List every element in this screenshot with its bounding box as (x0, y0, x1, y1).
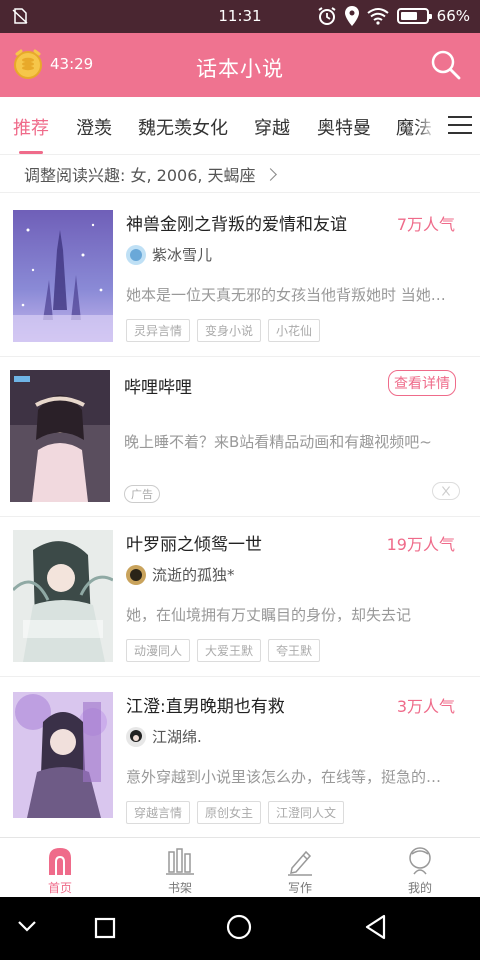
ad-item[interactable]: 哔哩哔哩 查看详情 晚上睡不着？来B站看精品动画和有趣视频吧~ 广告 (0, 370, 480, 520)
nav-profile[interactable]: 我的 (360, 838, 480, 898)
divider (0, 356, 480, 357)
divider (0, 192, 480, 193)
back-button[interactable] (364, 914, 388, 940)
tag[interactable]: 大爱王默 (197, 639, 262, 662)
profile-icon (409, 847, 431, 875)
tag[interactable]: 小花仙 (268, 319, 321, 342)
popularity-count: 3万人气 (396, 697, 455, 716)
location-icon (344, 6, 359, 26)
author-avatar (126, 726, 146, 747)
nav-profile-label: 我的 (407, 881, 432, 895)
battery-icon (396, 8, 432, 24)
status-icons: 66% (317, 6, 470, 26)
nav-home-label: 首页 (47, 881, 72, 895)
author-name: 江湖绵. (152, 728, 202, 746)
menu-icon[interactable] (448, 116, 472, 136)
chevron-down-icon[interactable] (17, 919, 37, 933)
tag[interactable]: 原创女主 (197, 801, 262, 824)
book-title: 叶罗丽之倾鸳一世 (126, 535, 262, 555)
app-root: 11:31 66% 43:29 话本小说 推荐 澄羡 魏无羡女化 穿越 奥特曼 … (0, 0, 480, 960)
battery-percent: 66% (436, 7, 470, 25)
app-title: 话本小说 (196, 57, 284, 81)
tag-list: 动漫同人 大爱王默 夸王默 (126, 639, 321, 662)
author-avatar (126, 244, 146, 265)
wifi-icon (367, 8, 389, 25)
interest-label: 调整阅读兴趣: 女, 2006, 天蝎座 (24, 166, 256, 185)
book-description: 她，在仙境拥有万丈瞩目的身份，却失去记 (126, 606, 412, 624)
tag[interactable]: 夸王默 (268, 639, 321, 662)
tag[interactable]: 江澄同人文 (268, 801, 345, 824)
author[interactable]: 江湖绵. (126, 726, 202, 747)
author-name: 流逝的孤独* (152, 566, 235, 584)
book-cover (13, 530, 113, 662)
bookshelf-icon (166, 848, 194, 875)
nav-bookshelf[interactable]: 书架 (120, 838, 240, 898)
bottom-navigation: 首页 书架 写作 我的 (0, 837, 480, 897)
book-title: 神兽金刚之背叛的爱情和友谊 (126, 215, 347, 235)
popularity-count: 19万人气 (386, 535, 455, 554)
nav-home[interactable]: 首页 (0, 838, 120, 898)
book-item[interactable]: 江澄:直男晚期也有救 3万人气 江湖绵. 意外穿越到小说里该怎么办，在线等，挺急… (0, 692, 480, 842)
recents-button[interactable] (94, 917, 116, 939)
nav-write-label: 写作 (287, 881, 312, 895)
home-button[interactable] (226, 914, 252, 940)
tag[interactable]: 变身小说 (197, 319, 262, 342)
tab-recommend[interactable]: 推荐 (13, 114, 49, 140)
book-description: 意外穿越到小说里该怎么办，在线等，挺急的… (126, 768, 442, 786)
ad-title: 哔哩哔哩 (124, 378, 192, 398)
pencil-icon (288, 850, 312, 876)
nav-bookshelf-label: 书架 (167, 881, 192, 895)
home-icon (49, 848, 71, 875)
tab-weiwuxian[interactable]: 魏无羡女化 (138, 114, 228, 140)
author-name: 紫冰雪儿 (152, 246, 213, 264)
ad-badge: 广告 (124, 485, 160, 503)
close-icon[interactable] (432, 482, 460, 500)
tab-chuanyue[interactable]: 穿越 (254, 114, 290, 140)
book-cover (13, 692, 113, 824)
tag[interactable]: 动漫同人 (126, 639, 191, 662)
book-item[interactable]: 叶罗丽之倾鸳一世 19万人气 流逝的孤独* 她，在仙境拥有万丈瞩目的身份，却失去… (0, 530, 480, 680)
tab-chengxian[interactable]: 澄羡 (76, 114, 112, 140)
system-navigation-bar (0, 897, 480, 960)
active-tab-indicator (19, 151, 43, 154)
search-icon[interactable] (430, 49, 462, 81)
book-title: 江澄:直男晚期也有救 (126, 697, 285, 717)
book-description: 她本是一位天真无邪的女孩当他背叛她时 当她… (126, 286, 446, 304)
view-details-button[interactable]: 查看详情 (388, 370, 456, 396)
nav-write[interactable]: 写作 (240, 838, 360, 898)
alarm-icon (318, 7, 336, 25)
tag-list: 灵异言情 变身小说 小花仙 (126, 319, 321, 342)
book-item[interactable]: 神兽金刚之背叛的爱情和友谊 7万人气 紫冰雪儿 她本是一位天真无邪的女孩当他背叛… (0, 210, 480, 360)
status-bar: 11:31 66% (0, 0, 480, 33)
author[interactable]: 紫冰雪儿 (126, 244, 212, 265)
author[interactable]: 流逝的孤独* (126, 564, 235, 585)
divider (0, 676, 480, 677)
ad-image (10, 370, 110, 502)
divider (0, 516, 480, 517)
ad-description: 晚上睡不着？来B站看精品动画和有趣视频吧~ (124, 433, 432, 451)
book-cover (13, 210, 113, 342)
app-bar: 43:29 话本小说 (0, 33, 480, 97)
battery-tip (428, 14, 432, 19)
popularity-count: 7万人气 (396, 215, 455, 234)
tag[interactable]: 灵异言情 (126, 319, 191, 342)
tag[interactable]: 穿越言情 (126, 801, 191, 824)
chevron-right-icon (263, 167, 277, 181)
battery-fill (400, 12, 417, 20)
author-avatar (126, 564, 146, 585)
interest-settings[interactable]: 调整阅读兴趣: 女, 2006, 天蝎座 (24, 162, 277, 186)
tab-fade (416, 97, 436, 154)
tab-ultraman[interactable]: 奥特曼 (317, 114, 371, 140)
category-tabs: 推荐 澄羡 魏无羡女化 穿越 奥特曼 魔法 (0, 97, 480, 155)
tag-list: 穿越言情 原创女主 江澄同人文 (126, 801, 345, 824)
